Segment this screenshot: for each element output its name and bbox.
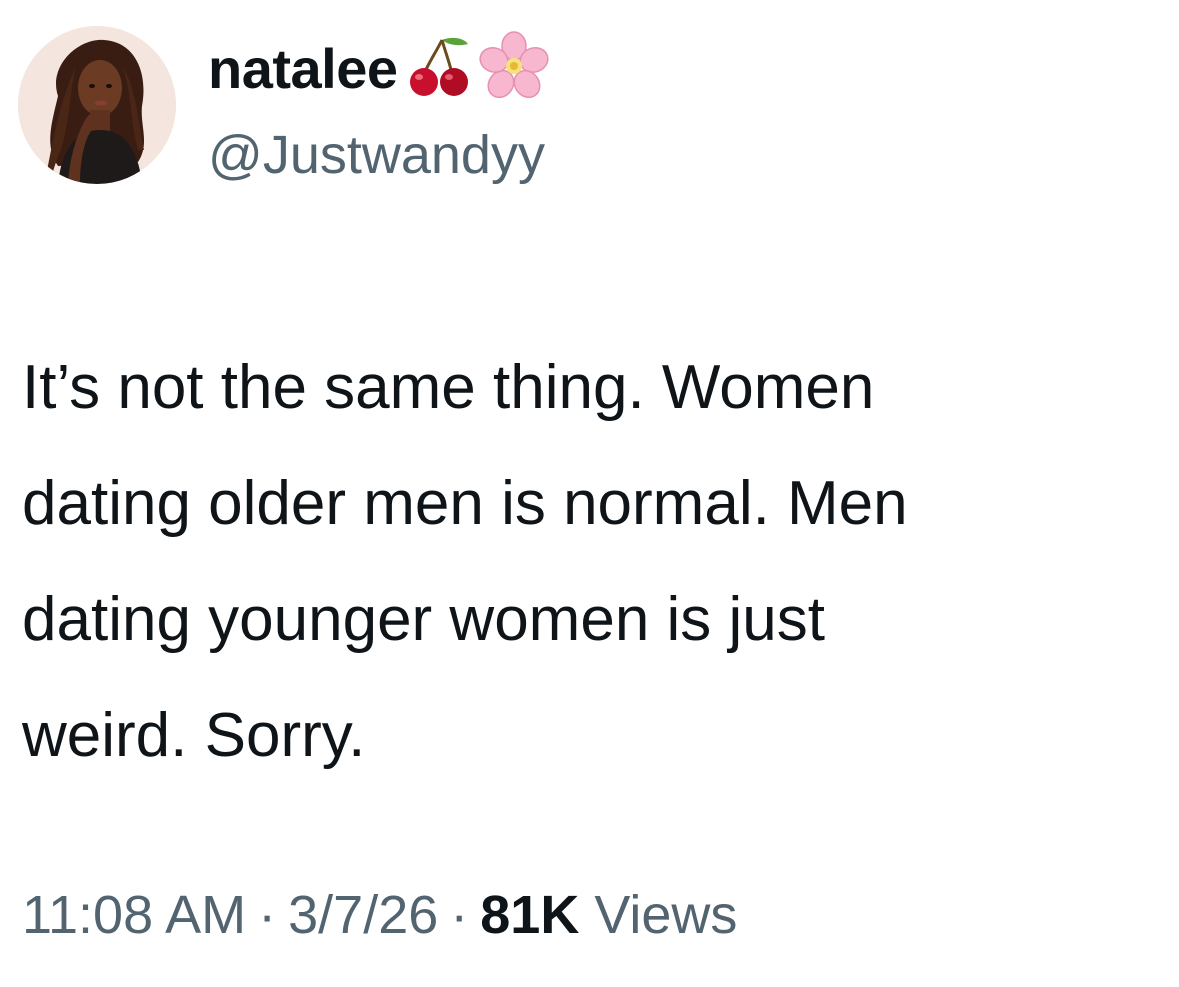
meta-separator: · xyxy=(258,885,277,945)
tweet-time[interactable]: 11:08 AM xyxy=(22,885,246,945)
cherry-emoji xyxy=(402,30,474,107)
cherry-blossom-emoji xyxy=(478,30,550,107)
tweet-text-line: It’s not the same thing. Women xyxy=(22,353,875,422)
avatar[interactable] xyxy=(18,26,176,184)
display-name[interactable]: natalee xyxy=(208,36,398,101)
avatar-illustration xyxy=(18,26,176,184)
display-name-row[interactable]: natalee xyxy=(208,28,550,108)
views-label: Views xyxy=(594,885,738,945)
tweet-meta: 11:08 AM · 3/7/26 · 81K Views xyxy=(22,884,737,946)
tweet-text-line: weird. Sorry. xyxy=(22,701,366,770)
meta-separator: · xyxy=(450,885,469,945)
tweet-date[interactable]: 3/7/26 xyxy=(288,885,438,945)
tweet: natalee @Justwandyy It’s not the same th… xyxy=(0,0,1179,987)
handle[interactable]: @Justwandyy xyxy=(208,124,545,186)
tweet-text-line: dating older men is normal. Men xyxy=(22,469,908,538)
tweet-text-line: dating younger women is just xyxy=(22,585,826,654)
tweet-text: It’s not the same thing. Women dating ol… xyxy=(22,330,1172,794)
views-count: 81K xyxy=(480,885,580,945)
